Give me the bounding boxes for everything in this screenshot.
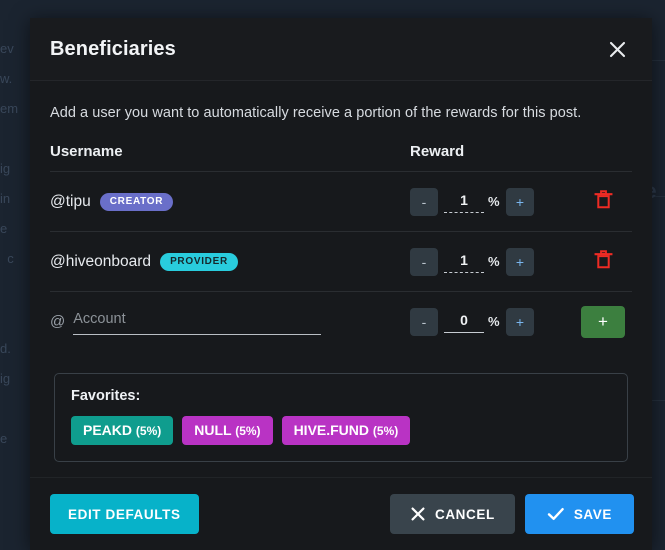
trash-icon bbox=[594, 189, 613, 215]
reward-value-wrap: 1 bbox=[440, 191, 488, 213]
cancel-button-label: CANCEL bbox=[434, 506, 495, 522]
cancel-button[interactable]: CANCEL bbox=[389, 494, 515, 534]
reward-value-underline bbox=[444, 331, 484, 333]
beneficiaries-table: Username Reward @tipu CREATOR - 1 % + @h… bbox=[50, 143, 632, 351]
reward-value-underline bbox=[444, 271, 484, 273]
decrement-button[interactable]: - bbox=[410, 247, 438, 276]
favorite-chip-amount: (5%) bbox=[235, 424, 261, 438]
trash-icon bbox=[594, 249, 613, 275]
account-input[interactable] bbox=[73, 308, 322, 335]
favorites-title: Favorites: bbox=[71, 388, 141, 404]
close-icon bbox=[608, 40, 627, 59]
username-cell: @hiveonboard PROVIDER bbox=[50, 252, 410, 271]
table-row: @hiveonboard PROVIDER - 1 % + bbox=[50, 232, 632, 292]
beneficiaries-modal: Beneficiaries Add a user you want to aut… bbox=[30, 18, 652, 550]
page-title: Beneficiaries bbox=[50, 37, 176, 60]
favorite-chip-name: HIVE.FUND bbox=[293, 422, 370, 438]
delete-row-button[interactable] bbox=[588, 247, 618, 277]
favorite-chip-hive-fund[interactable]: HIVE.FUND (5%) bbox=[281, 416, 411, 446]
close-button[interactable] bbox=[600, 32, 634, 66]
reward-cell: - 1 % + bbox=[410, 187, 632, 217]
username-label: @tipu bbox=[50, 192, 91, 210]
favorite-chip-amount: (5%) bbox=[372, 424, 399, 438]
modal-description: Add a user you want to automatically rec… bbox=[50, 105, 582, 121]
save-button[interactable]: SAVE bbox=[524, 494, 634, 534]
decrement-button[interactable]: - bbox=[410, 307, 438, 336]
table-header-row: Username Reward bbox=[50, 143, 632, 172]
modal-header: Beneficiaries bbox=[30, 18, 652, 81]
table-row: @tipu CREATOR - 1 % + bbox=[50, 172, 632, 232]
favorite-chip-null[interactable]: NULL (5%) bbox=[182, 416, 273, 446]
favorites-list: PEAKD (5%) NULL (5%) HIVE.FUND (5%) bbox=[71, 416, 611, 446]
reward-value-wrap: 0 bbox=[440, 311, 488, 333]
save-button-label: SAVE bbox=[573, 506, 612, 522]
delete-row-button[interactable] bbox=[588, 187, 618, 217]
favorite-chip-peakd[interactable]: PEAKD (5%) bbox=[71, 416, 174, 446]
new-beneficiary-row: @ - 0 % + + bbox=[50, 292, 632, 351]
column-header-username: Username bbox=[50, 143, 123, 160]
reward-value[interactable]: 0 bbox=[444, 311, 484, 332]
edit-defaults-button[interactable]: EDIT DEFAULTS bbox=[50, 494, 199, 534]
increment-button[interactable]: + bbox=[506, 187, 534, 216]
decrement-button[interactable]: - bbox=[410, 187, 438, 216]
username-cell: @tipu CREATOR bbox=[50, 192, 410, 211]
at-icon: @ bbox=[50, 313, 66, 330]
reward-cell: - 0 % + + bbox=[410, 305, 632, 338]
account-field: @ bbox=[50, 308, 410, 335]
reward-value-underline bbox=[444, 211, 484, 213]
close-icon bbox=[410, 506, 426, 522]
favorite-chip-name: NULL bbox=[194, 422, 232, 438]
reward-value-wrap: 1 bbox=[440, 251, 488, 273]
status-badge: CREATOR bbox=[99, 192, 174, 211]
username-label: @hiveonboard bbox=[50, 252, 152, 270]
column-header-reward: Reward bbox=[410, 143, 465, 160]
reward-stepper: - 1 % + bbox=[410, 247, 534, 276]
increment-button[interactable]: + bbox=[506, 307, 534, 336]
modal-footer: EDIT DEFAULTS CANCEL SAVE bbox=[30, 477, 652, 550]
percent-symbol: % bbox=[488, 314, 500, 329]
favorite-chip-name: PEAKD bbox=[83, 422, 133, 438]
reward-value[interactable]: 1 bbox=[444, 251, 484, 272]
favorite-chip-amount: (5%) bbox=[135, 424, 162, 438]
check-icon bbox=[547, 506, 565, 522]
percent-symbol: % bbox=[488, 194, 500, 209]
reward-value[interactable]: 1 bbox=[444, 191, 484, 212]
background-text-left: ev w. em ig in e c d. ig e si I ar a ha bbox=[0, 41, 19, 446]
add-beneficiary-button[interactable]: + bbox=[581, 305, 625, 338]
modal-body: Add a user you want to automatically rec… bbox=[30, 81, 652, 477]
status-badge: PROVIDER bbox=[160, 252, 238, 271]
favorites-section: Favorites: PEAKD (5%) NULL (5%) HIVE.FUN… bbox=[54, 373, 628, 463]
reward-cell: - 1 % + bbox=[410, 247, 632, 277]
increment-button[interactable]: + bbox=[506, 247, 534, 276]
percent-symbol: % bbox=[488, 254, 500, 269]
reward-stepper: - 1 % + bbox=[410, 187, 534, 216]
reward-stepper: - 0 % + bbox=[410, 307, 534, 336]
